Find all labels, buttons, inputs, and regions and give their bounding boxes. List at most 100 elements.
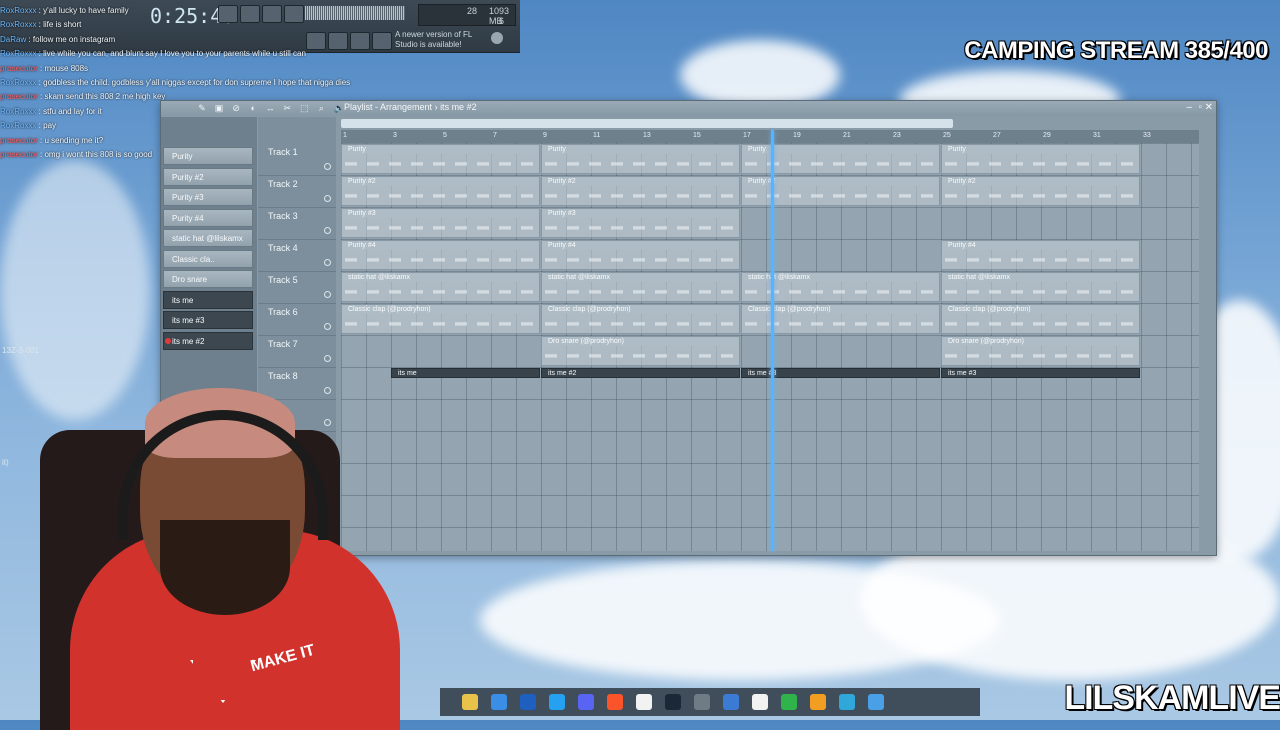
file-icon[interactable] [868,694,884,710]
pattern-item[interactable]: Purity [163,147,253,165]
notepad-icon[interactable] [810,694,826,710]
track-mute-led[interactable] [324,291,331,298]
pattern-clip[interactable]: Purity [341,144,540,174]
discord-icon[interactable] [549,694,565,710]
chat-username[interactable]: RoxRoxxx [0,121,36,130]
track-mute-led[interactable] [324,323,331,330]
pattern-clip[interactable]: Purity #3 [541,208,740,238]
pattern-clip[interactable]: static hat @lilskamx [941,272,1140,302]
slip-tool-icon[interactable]: ↔ [265,103,275,113]
minimize-button[interactable]: – [1186,102,1192,113]
clip-notes [545,162,736,166]
zoom-tool-icon[interactable]: ⌕ [316,103,326,113]
chat-username[interactable]: prosecutor [0,92,38,101]
chat-username[interactable]: RoxRoxxx [0,49,36,58]
track-mute-led[interactable] [324,163,331,170]
pattern-item[interactable]: its me [163,290,253,309]
taskbar [440,688,980,716]
chat-username[interactable]: prosecutor [0,150,38,159]
chat-username[interactable]: RoxRoxxx [0,107,36,116]
steam-icon[interactable] [636,694,652,710]
master-volume-knob[interactable] [491,32,503,44]
track-mute-led[interactable] [324,227,331,234]
track-name: Track 1 [268,147,298,157]
pattern-item[interactable]: Dro snare (@prodryhon) [163,270,253,302]
pattern-clip[interactable]: Purity [941,144,1140,174]
clip-label: Purity #3 [342,209,539,218]
pattern-clip[interactable]: Classic clap (@prodryhon) [341,304,540,334]
pattern-clip[interactable]: static hat @lilskamx [541,272,740,302]
chat-username[interactable]: RoxRoxxx [0,78,36,87]
audio-clip[interactable]: its me [391,368,540,378]
draw-tool-icon[interactable]: ✎ [197,103,207,113]
pattern-item[interactable]: its me #2 [163,331,253,350]
pattern-clip[interactable]: Dro snare (@prodryhon) [541,336,740,366]
pattern-clip[interactable]: static hat @lilskamx [341,272,540,302]
timeline-ruler[interactable]: 1 3 5 7 9 11 13 15 17 19 21 23 25 27 29 31 33 [341,130,1199,143]
clip-label: Dro snare (@prodryhon) [942,337,1139,346]
pattern-clip[interactable]: Classic clap (@prodryhon) [941,304,1140,334]
arrangement-grid[interactable]: Purity Purity Purity Purity Purity #2 Purity … [341,143,1199,551]
4k-icon[interactable] [694,694,710,710]
pattern-item[interactable]: Purity #4 [163,208,253,227]
audio-clip[interactable]: its me #2 [541,368,740,378]
pattern-item[interactable]: Classic cla.. (@prodryhon) [163,249,253,282]
app-green-icon[interactable] [752,694,768,710]
photoshop-icon[interactable] [520,694,536,710]
bar-number: 15 [693,132,701,139]
chat-username[interactable]: RoxRoxxx [0,20,36,29]
track-header[interactable]: Track 5 [258,271,336,304]
chrome-icon[interactable] [607,694,623,710]
track-header[interactable]: Track 6 [258,303,336,336]
pattern-clip[interactable]: Purity #2 [941,176,1140,206]
pattern-clip[interactable]: Purity [541,144,740,174]
track-header[interactable]: Track 3 [258,207,336,240]
pattern-clip[interactable]: Purity #2 [541,176,740,206]
photos-icon[interactable] [839,694,855,710]
pattern-item[interactable]: its me #3 [163,311,253,329]
chat-username[interactable]: prosecutor [0,136,38,145]
playback-tool-icon[interactable]: 🔈 [334,103,345,113]
horizontal-scrollbar[interactable] [341,119,953,128]
pattern-item[interactable]: Purity #2 [163,167,253,186]
chat-text: stfu and lay for it [43,106,102,116]
chat-username[interactable]: DaRaw [0,35,26,44]
capcut-icon[interactable] [723,694,739,710]
select-tool-icon[interactable]: ⬚ [299,103,309,113]
track-mute-led[interactable] [324,195,331,202]
playhead[interactable] [771,130,774,551]
track-header[interactable]: Track 2 [258,175,336,208]
pattern-clip[interactable]: Classic clap (@prodryhon) [541,304,740,334]
track-mute-led[interactable] [324,259,331,266]
app-icon[interactable] [665,694,681,710]
mute-tool-icon[interactable]: ◐ [248,103,258,113]
chat-username[interactable]: RoxRoxxx [0,6,36,15]
pattern-clip[interactable]: Purity #4 [941,240,1140,270]
pattern-clip[interactable]: Purity #2 [341,176,540,206]
audio-clip[interactable]: its me #3 [941,368,1140,378]
update-hint[interactable]: A newer version of FL Studio is availabl… [395,30,489,50]
track-header[interactable]: Track 4 [258,239,336,272]
chat-username[interactable]: prosecutor [0,64,38,73]
slice-tool-icon[interactable]: ✂ [282,103,292,113]
bar-number: 13 [643,132,651,139]
delete-tool-icon[interactable]: ⊘ [231,103,241,113]
file-explorer-icon[interactable] [462,694,478,710]
track-header[interactable]: Track 1 [258,143,336,176]
pattern-clip[interactable]: Dro snare (@prodryhon) [941,336,1140,366]
pattern-item[interactable]: Purity #3 [163,188,253,206]
pattern-clip[interactable]: Purity #4 [341,240,540,270]
playlist-titlebar[interactable]: ✎ ▣ ⊘ ◐ ↔ ✂ ⬚ ⌕ 🔈 Playlist - Arrangement… [161,101,1216,116]
track-header[interactable]: Track 7 [258,335,336,368]
brave-icon[interactable] [578,694,594,710]
paint-tool-icon[interactable]: ▣ [214,103,224,113]
browser-button[interactable] [372,32,392,50]
track-mute-led[interactable] [324,355,331,362]
fl-studio-icon[interactable] [781,694,797,710]
store-icon[interactable] [491,694,507,710]
pattern-clip[interactable]: Purity #4 [541,240,740,270]
pattern-item[interactable]: static hat @lilskamx [163,229,253,247]
close-button[interactable]: ✕ [1205,102,1213,113]
maximize-button[interactable]: ▫ [1198,102,1202,113]
pattern-clip[interactable]: Purity #3 [341,208,540,238]
